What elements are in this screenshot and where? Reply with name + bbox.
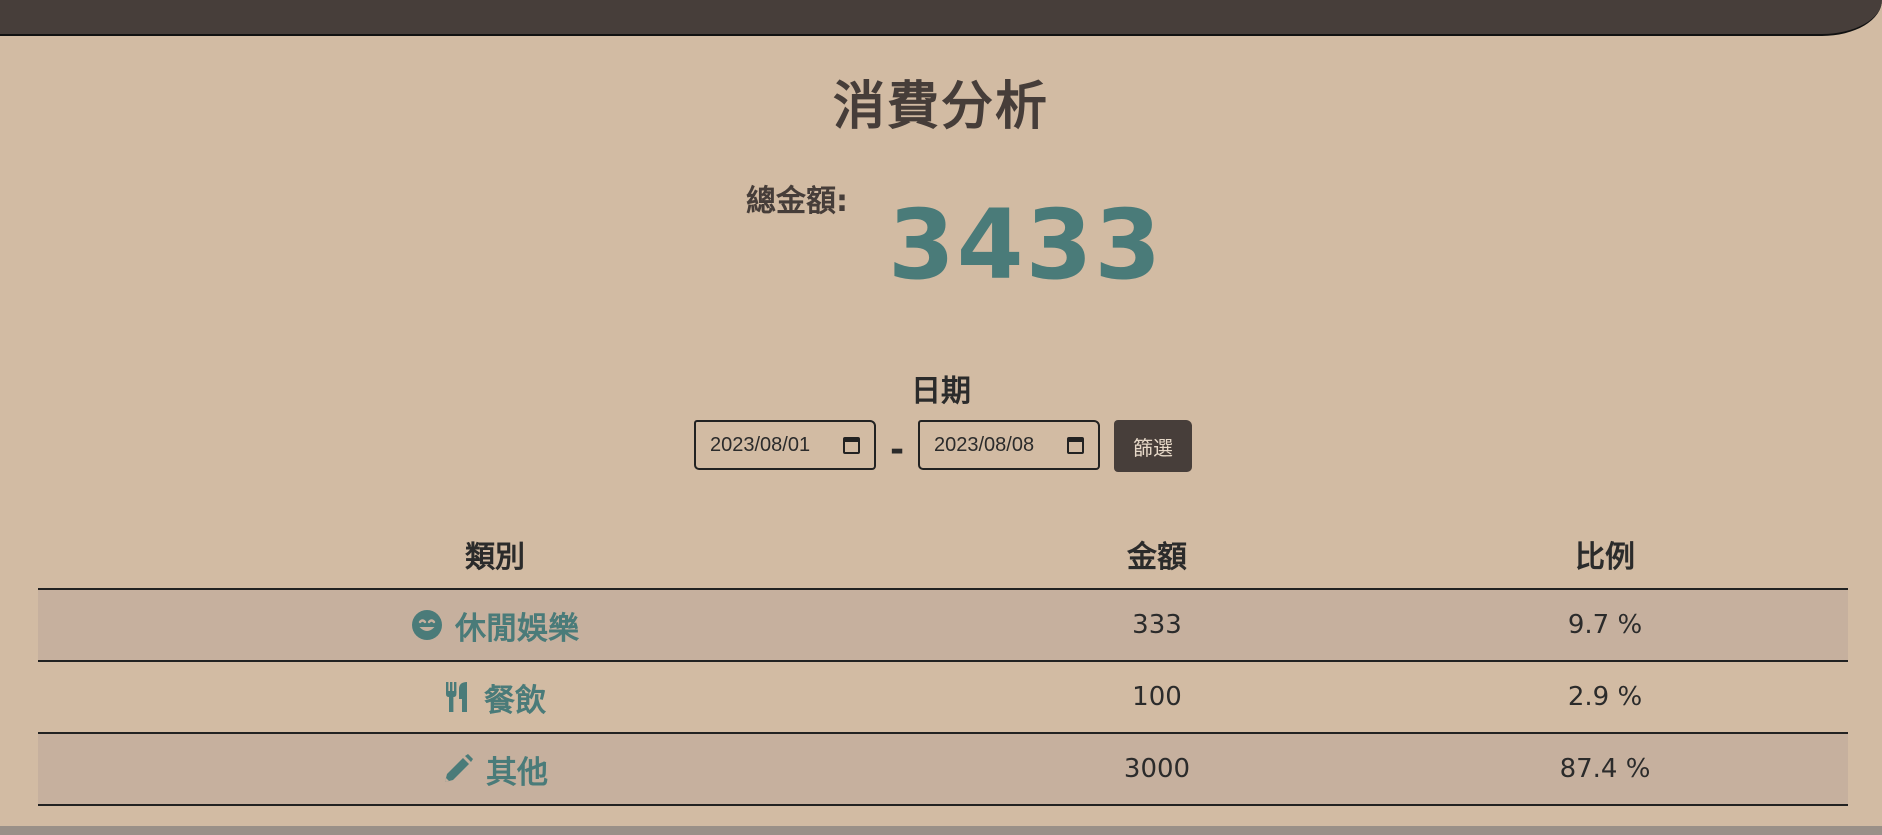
percent-cell: 9.7 % bbox=[1567, 610, 1643, 640]
utensils-icon bbox=[444, 681, 472, 713]
date-separator: - bbox=[890, 430, 905, 470]
table-row: 餐飲 100 2.9 % bbox=[38, 662, 1848, 734]
header-amount: 金額 bbox=[1127, 540, 1187, 575]
percent-cell: 87.4 % bbox=[1559, 754, 1651, 784]
window-bottom-edge bbox=[0, 826, 1882, 835]
smile-icon bbox=[411, 609, 443, 641]
pencil-icon bbox=[442, 753, 474, 785]
total-value: 3433 bbox=[888, 189, 1164, 301]
date-label: 日期 bbox=[911, 374, 971, 409]
calendar-icon[interactable] bbox=[843, 436, 860, 454]
table-header: 類別 金額 比例 bbox=[38, 520, 1848, 590]
end-date-value: 2023/08/08 bbox=[934, 433, 1035, 456]
percent-cell: 2.9 % bbox=[1567, 682, 1643, 712]
top-nav-bar bbox=[0, 0, 1882, 36]
amount-cell: 333 bbox=[1132, 610, 1182, 640]
calendar-icon[interactable] bbox=[1067, 436, 1084, 454]
start-date-input[interactable]: 2023/08/01 bbox=[694, 420, 876, 470]
category-cell: 其他 bbox=[38, 747, 952, 792]
table-row: 休閒娛樂 333 9.7 % bbox=[38, 590, 1848, 662]
amount-cell: 3000 bbox=[1123, 754, 1191, 784]
category-label: 休閒娛樂 bbox=[455, 610, 579, 647]
amount-cell: 100 bbox=[1132, 682, 1182, 712]
end-date-input[interactable]: 2023/08/08 bbox=[918, 420, 1100, 470]
category-label: 其他 bbox=[486, 754, 548, 791]
category-cell: 休閒娛樂 bbox=[38, 603, 952, 648]
header-percent: 比例 bbox=[1575, 540, 1635, 575]
category-cell: 餐飲 bbox=[38, 675, 952, 720]
header-category: 類別 bbox=[465, 540, 525, 575]
page-title: 消費分析 bbox=[832, 77, 1049, 137]
start-date-value: 2023/08/01 bbox=[710, 433, 811, 456]
expense-table: 類別 金額 比例 休閒娛樂 333 9.7 % 餐飲 100 2.9 % 其他 … bbox=[38, 520, 1848, 806]
category-label: 餐飲 bbox=[484, 682, 546, 719]
total-label: 總金額: bbox=[746, 184, 848, 219]
table-row: 其他 3000 87.4 % bbox=[38, 734, 1848, 806]
filter-button[interactable]: 篩選 bbox=[1114, 420, 1192, 472]
